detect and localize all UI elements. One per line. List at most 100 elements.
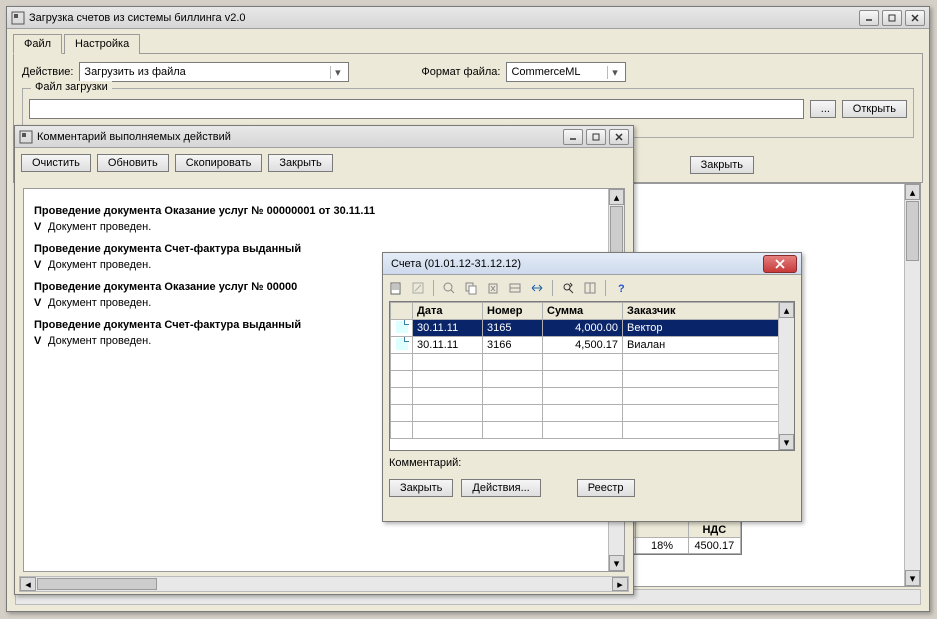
log-minimize-button[interactable] xyxy=(563,129,583,145)
row-cell: 3165 xyxy=(483,320,543,337)
log-refresh-button[interactable]: Обновить xyxy=(97,154,169,172)
col-icon[interactable] xyxy=(391,303,413,320)
row-cell xyxy=(543,388,623,405)
chevron-down-icon: ▾ xyxy=(330,66,344,79)
row-cell xyxy=(623,405,794,422)
help-icon[interactable]: ? xyxy=(612,279,630,297)
scroll-down-icon[interactable]: ▾ xyxy=(779,434,794,450)
action-combo[interactable]: Загрузить из файла ▾ xyxy=(79,62,349,82)
format-combo[interactable]: CommerceML ▾ xyxy=(506,62,626,82)
row-cell xyxy=(623,422,794,439)
col-sum[interactable]: Сумма xyxy=(543,303,623,320)
view-icon[interactable] xyxy=(440,279,458,297)
col-customer[interactable]: Заказчик xyxy=(623,303,794,320)
table-row[interactable] xyxy=(391,388,794,405)
col-number[interactable]: Номер xyxy=(483,303,543,320)
peek-h2 xyxy=(636,522,688,538)
log-hscrollbar[interactable]: ◂ ▸ xyxy=(19,576,629,592)
app-icon xyxy=(11,11,25,25)
row-cell xyxy=(483,354,543,371)
check-icon: V xyxy=(34,297,41,309)
grid-actions-button[interactable]: Действия... xyxy=(461,479,540,497)
scroll-up-icon[interactable]: ▴ xyxy=(905,184,920,200)
scroll-down-icon[interactable]: ▾ xyxy=(905,570,920,586)
row-cell xyxy=(413,388,483,405)
row-icon-cell xyxy=(391,405,413,422)
select-range-icon[interactable] xyxy=(528,279,546,297)
scroll-up-icon[interactable]: ▴ xyxy=(609,189,624,205)
row-cell xyxy=(483,422,543,439)
maximize-button[interactable] xyxy=(882,10,902,26)
find-icon[interactable] xyxy=(559,279,577,297)
log-toolbar: Очистить Обновить Скопировать Закрыть xyxy=(15,148,633,178)
file-group-legend: Файл загрузки xyxy=(31,81,112,93)
grid-buttons: Закрыть Действия... Реестр xyxy=(383,475,801,505)
grid-vscrollbar[interactable]: ▴ ▾ xyxy=(778,302,794,450)
accounts-grid[interactable]: Дата Номер Сумма Заказчик 30.11.1131654,… xyxy=(389,301,795,451)
row-icon-cell xyxy=(391,422,413,439)
scroll-up-icon[interactable]: ▴ xyxy=(779,302,794,318)
scroll-down-icon[interactable]: ▾ xyxy=(609,555,624,571)
log-clear-button[interactable]: Очистить xyxy=(21,154,91,172)
col-date[interactable]: Дата xyxy=(413,303,483,320)
scroll-right-icon[interactable]: ▸ xyxy=(612,577,628,591)
table-row[interactable]: 30.11.1131664,500.17Виалан xyxy=(391,337,794,354)
main-close-button[interactable]: Закрыть xyxy=(690,156,754,174)
grid-registry-button[interactable]: Реестр xyxy=(577,479,635,497)
tab-file[interactable]: Файл xyxy=(13,34,62,54)
row-cell: 30.11.11 xyxy=(413,337,483,354)
minimize-button[interactable] xyxy=(859,10,879,26)
check-icon: V xyxy=(34,221,41,233)
action-value: Загрузить из файла xyxy=(84,66,185,78)
table-row[interactable]: 30.11.1131654,000.00Вектор xyxy=(391,320,794,337)
tabs: Файл Настройка xyxy=(7,29,929,53)
row-icon-cell xyxy=(391,371,413,388)
log-maximize-button[interactable] xyxy=(586,129,606,145)
action-label: Действие: xyxy=(22,66,73,78)
accounts-close-button[interactable] xyxy=(763,255,797,273)
toolbar-separator xyxy=(552,280,553,296)
new-icon[interactable] xyxy=(387,279,405,297)
close-button[interactable] xyxy=(905,10,925,26)
accounts-window: Счета (01.01.12-31.12.12) ? Дата Номер xyxy=(382,252,802,522)
scroll-left-icon[interactable]: ◂ xyxy=(20,577,36,591)
copy-icon[interactable] xyxy=(462,279,480,297)
grid-comment-row: Комментарий: xyxy=(383,451,801,475)
row-cell: Виалан xyxy=(623,337,794,354)
row-cell xyxy=(483,371,543,388)
row-cell xyxy=(543,422,623,439)
tab-settings[interactable]: Настройка xyxy=(64,34,140,54)
edit-icon[interactable] xyxy=(409,279,427,297)
log-close-button[interactable] xyxy=(609,129,629,145)
format-value: CommerceML xyxy=(511,66,580,78)
delete-icon[interactable] xyxy=(484,279,502,297)
accounts-titlebar: Счета (01.01.12-31.12.12) xyxy=(383,253,801,275)
main-vscrollbar[interactable]: ▴ ▾ xyxy=(904,184,920,586)
table-row[interactable] xyxy=(391,354,794,371)
file-path-input[interactable] xyxy=(29,99,804,119)
browse-button[interactable]: ... xyxy=(810,100,836,118)
log-entry-status: VДокумент проведен. xyxy=(34,221,614,233)
log-close-button-tb[interactable]: Закрыть xyxy=(268,154,332,172)
table-row[interactable] xyxy=(391,371,794,388)
peek-c3: 4500.17 xyxy=(688,538,740,554)
document-icon xyxy=(396,338,408,350)
row-cell: Вектор xyxy=(623,320,794,337)
hscroll-thumb[interactable] xyxy=(37,578,157,590)
grid-close-button[interactable]: Закрыть xyxy=(389,479,453,497)
scroll-thumb[interactable] xyxy=(906,201,919,261)
table-row[interactable] xyxy=(391,405,794,422)
mark-icon[interactable] xyxy=(506,279,524,297)
row-cell xyxy=(413,354,483,371)
open-button[interactable]: Открыть xyxy=(842,100,907,118)
row-icon-cell xyxy=(391,388,413,405)
table-row[interactable] xyxy=(391,422,794,439)
log-copy-button[interactable]: Скопировать xyxy=(175,154,263,172)
row-cell: 3166 xyxy=(483,337,543,354)
chevron-down-icon: ▾ xyxy=(607,66,621,79)
comment-label: Комментарий: xyxy=(389,457,461,469)
row-cell xyxy=(413,405,483,422)
refresh-icon[interactable] xyxy=(581,279,599,297)
row-cell xyxy=(413,371,483,388)
row-cell xyxy=(623,388,794,405)
